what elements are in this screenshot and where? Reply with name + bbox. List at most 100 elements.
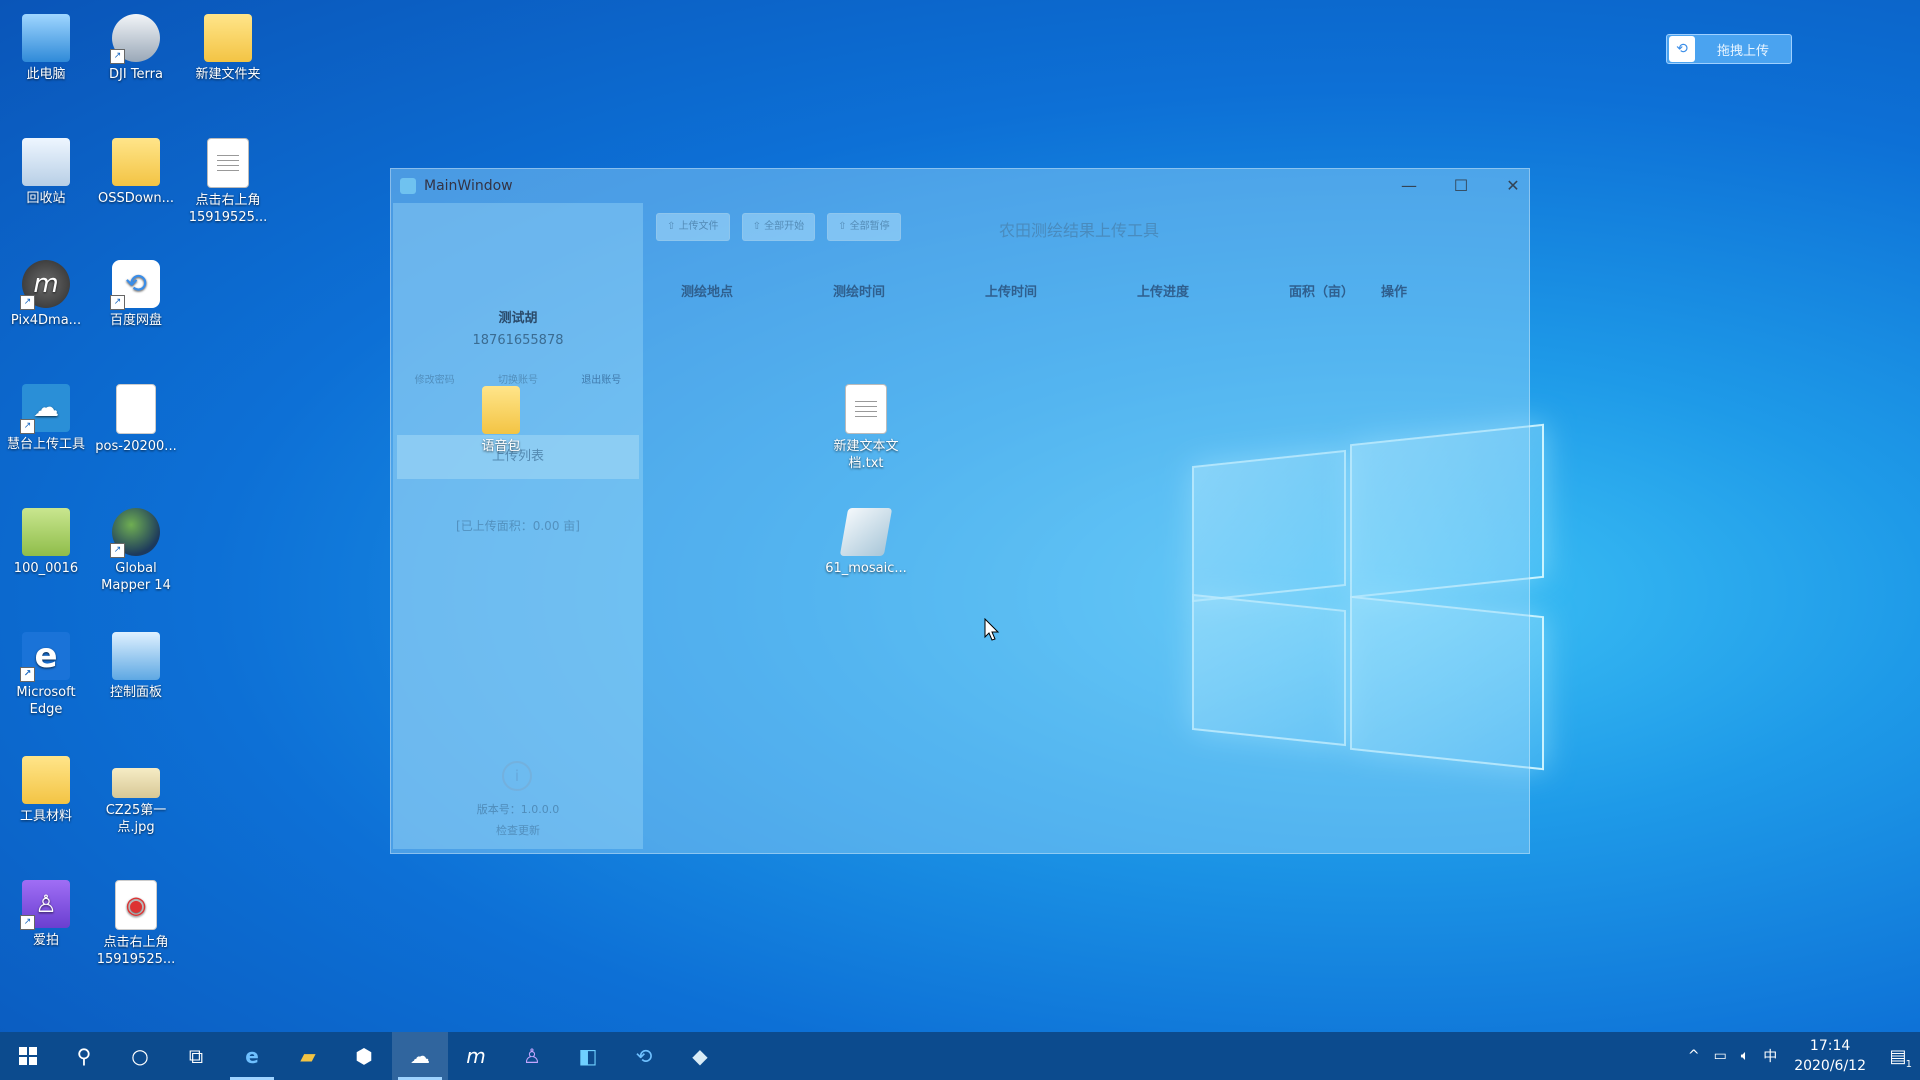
app-icon: [400, 178, 416, 194]
change-password-link[interactable]: 修改密码: [415, 371, 455, 386]
desktop-icon-aipai[interactable]: ♙ ↗ 爱拍: [0, 874, 92, 949]
desktop-icon-global-mapper[interactable]: ↗ Global Mapper 14: [90, 502, 182, 594]
desktop-icon-label: 新建文件夹: [195, 67, 261, 82]
desktop-icon-label: 语音包: [481, 439, 521, 454]
taskbar-edge[interactable]: e: [224, 1032, 280, 1080]
desktop-icon-mosaic[interactable]: 61_mosaic...: [820, 502, 912, 577]
desktop-icon-label: 回收站: [26, 191, 66, 206]
start-button[interactable]: [0, 1032, 56, 1080]
drag-upload-widget[interactable]: ⟲ 拖拽上传: [1666, 34, 1792, 64]
desktop-icon-label: pos-20200...: [95, 439, 177, 454]
column-header: 测绘地点: [681, 285, 734, 300]
desktop-icon-tools[interactable]: 工具材料: [0, 750, 92, 825]
computer-icon: [22, 14, 70, 62]
cortana-icon: ○: [131, 1044, 149, 1068]
desktop-icon-pix4d[interactable]: m ↗ Pix4Dma...: [0, 254, 92, 329]
logout-link[interactable]: 退出账号: [581, 371, 621, 386]
taskbar-mosaic-viewer[interactable]: ◆: [672, 1032, 728, 1080]
desktop-icon-ossdown[interactable]: OSSDown...: [90, 132, 182, 207]
desktop-icon-cz25-jpg[interactable]: CZ25第一点.jpg: [90, 750, 182, 836]
desktop-icon-voice-pack[interactable]: 语音包: [455, 380, 547, 455]
search-button[interactable]: ⚲: [56, 1032, 112, 1080]
taskbar-baidu-netdisk[interactable]: ⟲: [616, 1032, 672, 1080]
desktop-icon-label: Pix4Dma...: [10, 313, 82, 328]
input-method-indicator[interactable]: 中: [1763, 1046, 1777, 1066]
time-label: 17:14: [1809, 1038, 1851, 1054]
desktop-icon-edge[interactable]: e ↗ Microsoft Edge: [0, 626, 92, 718]
text-file-icon: [845, 384, 887, 434]
button-label: 全部开始: [764, 221, 805, 232]
chevron-up-icon[interactable]: ^: [1688, 1048, 1700, 1064]
edge-icon: e: [245, 1044, 259, 1068]
desktop-icon-upload-tool[interactable]: ☁ ↗ 慧台上传工具: [0, 378, 92, 453]
desktop-icon-music-file[interactable]: ◉ 点击右上角 15919525...: [90, 874, 182, 968]
desktop-icon-label: 100_0016: [13, 561, 79, 576]
baidu-netdisk-icon: ⟲: [1669, 36, 1695, 62]
task-view-button[interactable]: ⧉: [168, 1032, 224, 1080]
uploaded-area-total: [已上传面积：0.00 亩]: [456, 519, 580, 533]
maximize-button[interactable]: ☐: [1441, 175, 1481, 197]
desktop-icon-new-folder[interactable]: 新建文件夹: [182, 8, 274, 83]
desktop-icon-label: 爱拍: [32, 933, 59, 948]
music-file-icon: ◉: [115, 880, 157, 930]
volume-icon[interactable]: 🔈︎: [1741, 1048, 1749, 1064]
minimize-button[interactable]: —: [1389, 175, 1429, 197]
zip-folder-icon: [482, 386, 520, 434]
desktop-icon-pos-file[interactable]: pos-20200...: [90, 378, 182, 455]
notification-icon: ▤: [1889, 1045, 1907, 1067]
desktop-icon-baidu-netdisk[interactable]: ⟲ ↗ 百度网盘: [90, 254, 182, 329]
folder-icon: ▰: [300, 1044, 316, 1068]
sidebar: 测试胡 18761655878 修改密码 切换账号 退出账号 上传列表 [已上传…: [393, 203, 643, 849]
desktop-icon-label: DJI Terra: [109, 67, 163, 82]
desktop-icon-label: OSSDown...: [98, 191, 174, 206]
cortana-button[interactable]: ○: [112, 1032, 168, 1080]
dji-terra-icon: ↗: [110, 14, 160, 64]
taskbar-aipai[interactable]: ♙: [504, 1032, 560, 1080]
taskbar-pix4d[interactable]: m: [448, 1032, 504, 1080]
taskbar-upload-tool[interactable]: ☁: [392, 1032, 448, 1080]
column-header: 面积（亩）: [1289, 285, 1355, 300]
taskbar-file-explorer[interactable]: ▰: [280, 1032, 336, 1080]
control-panel-icon: [112, 632, 160, 680]
window-titlebar[interactable]: MainWindow: [391, 169, 1529, 203]
column-header: 上传进度: [1137, 285, 1190, 300]
desktop-icon-label: 控制面板: [109, 685, 162, 700]
baidu-netdisk-icon: ⟲: [635, 1044, 653, 1068]
start-all-button[interactable]: ⇧ 全部开始: [741, 213, 816, 241]
desktop-icon-dji-terra[interactable]: ↗ DJI Terra: [90, 8, 182, 83]
column-header: 测绘时间: [833, 285, 886, 300]
aipai-icon: ♙ ↗: [20, 880, 70, 930]
pause-all-button[interactable]: ⇧ 全部暂停: [827, 213, 901, 241]
globe-icon: ↗: [110, 508, 160, 558]
desktop-icon-text-doc[interactable]: 点击右上角 15919525...: [182, 132, 274, 226]
drag-upload-label: 拖拽上传: [1716, 43, 1769, 59]
desktop-icon-this-pc[interactable]: 此电脑: [0, 8, 92, 83]
info-icon: i: [502, 761, 532, 791]
taskbar-app[interactable]: ◧: [560, 1032, 616, 1080]
close-button[interactable]: ✕: [1493, 175, 1533, 197]
shortcut-arrow-icon: ↗: [20, 295, 35, 310]
desktop-icon-label: 此电脑: [26, 67, 66, 82]
app-title: 农田测绘结果上传工具: [999, 221, 1160, 240]
document-icon: [207, 138, 249, 188]
desktop-icon-100-0016[interactable]: 100_0016: [0, 502, 92, 577]
network-icon[interactable]: ▭: [1714, 1048, 1727, 1064]
button-label: 全部暂停: [849, 221, 890, 232]
main-window[interactable]: MainWindow — ☐ ✕ 测试胡 18761655878 修改密码 切换…: [390, 168, 1530, 854]
folder-icon: [22, 756, 70, 804]
taskbar-dji-terra[interactable]: ⬢: [336, 1032, 392, 1080]
desktop-icon-recycle-bin[interactable]: 回收站: [0, 132, 92, 207]
mouse-cursor-icon: [984, 618, 1000, 641]
desktop-icon-control-panel[interactable]: 控制面板: [90, 626, 182, 701]
upload-file-button[interactable]: ⇧ 上传文件: [656, 213, 730, 241]
clock[interactable]: 17:14 2020/6/12: [1794, 1036, 1866, 1076]
pix4d-icon: m ↗: [20, 260, 70, 310]
pix4d-icon: m: [466, 1044, 486, 1068]
table-header: 测绘地点 测绘时间 上传时间 上传进度 面积（亩） 操作: [681, 281, 1441, 300]
version-label: 版本号：1.0.0.0: [476, 803, 560, 816]
desktop-icon-label: Microsoft Edge: [16, 685, 76, 717]
action-center-button[interactable]: ▤ 1: [1876, 1032, 1920, 1080]
shortcut-arrow-icon: ↗: [20, 915, 35, 930]
desktop-icon-new-text-doc[interactable]: 新建文本文档.txt: [820, 378, 912, 472]
check-update-link[interactable]: 检查更新: [393, 822, 643, 838]
